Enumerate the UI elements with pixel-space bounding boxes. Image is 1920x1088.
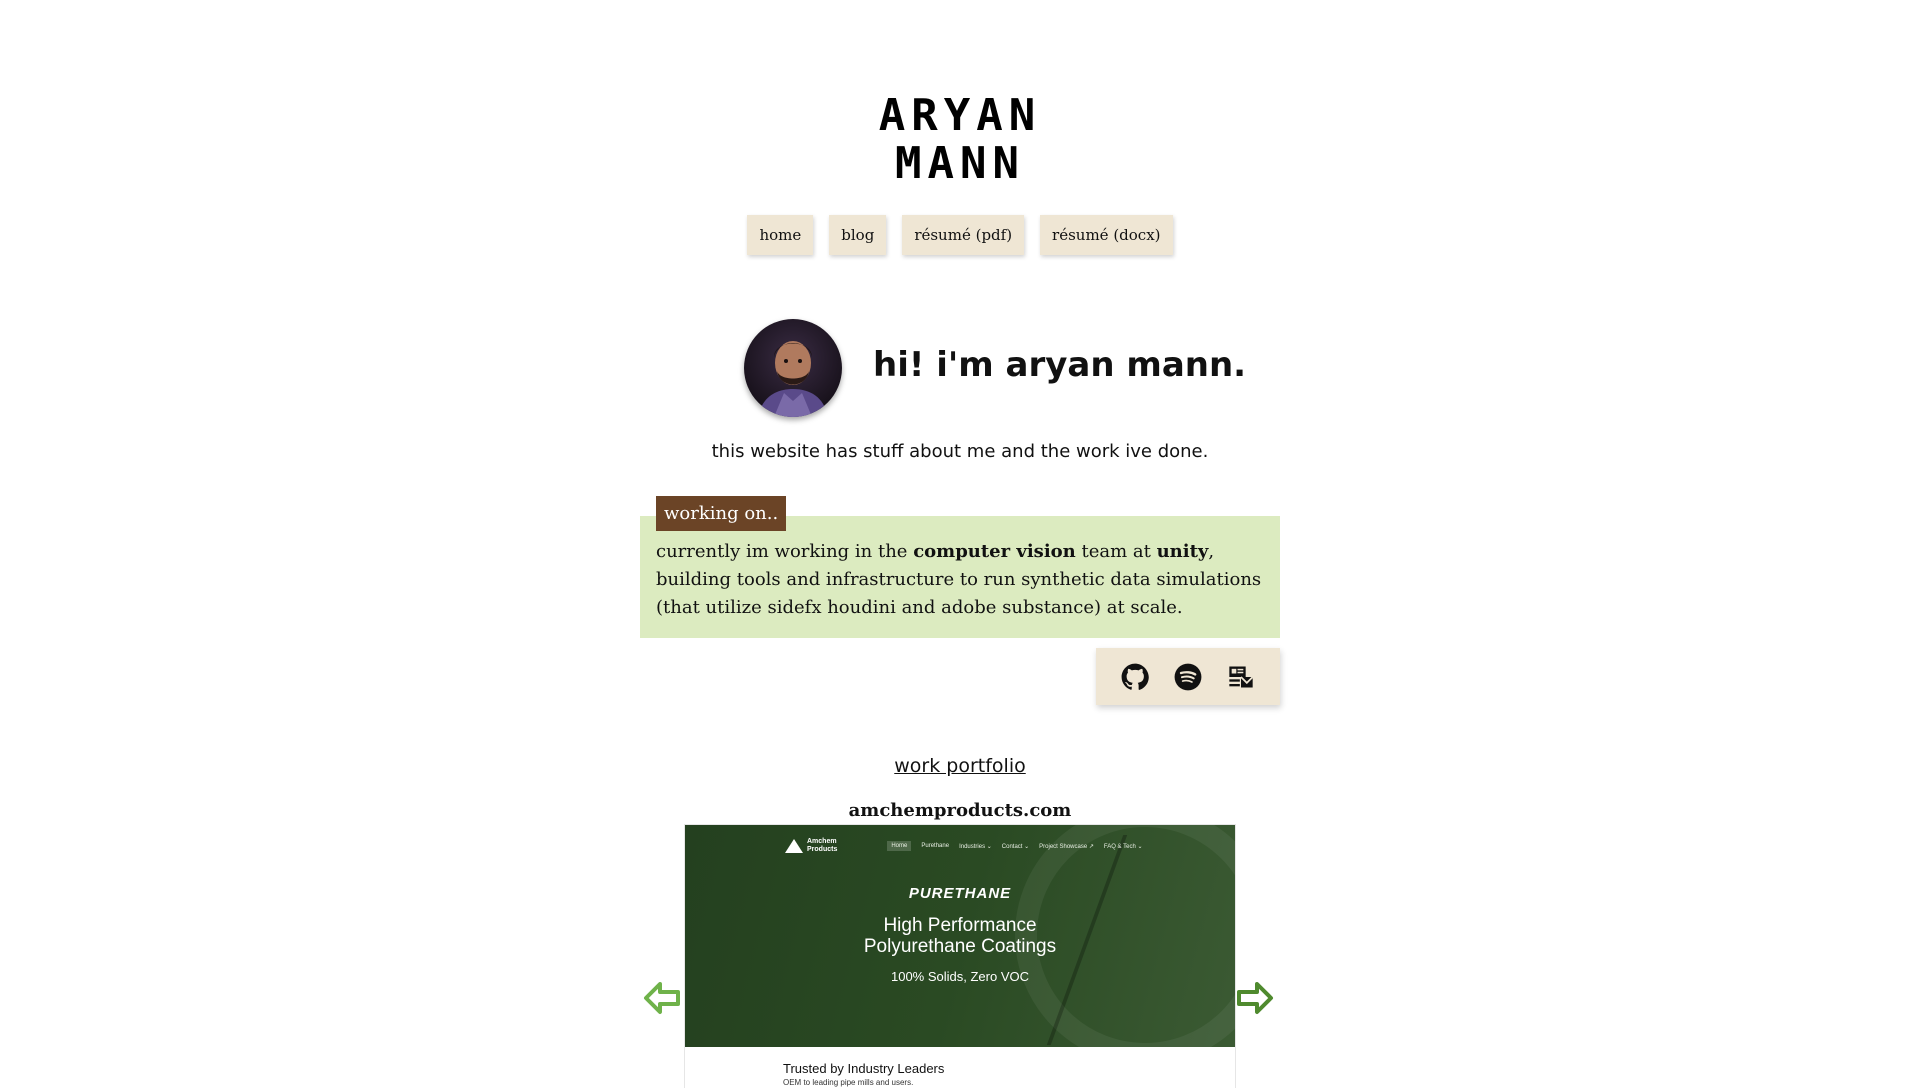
preview-subheadline: 100% Solids, Zero VOC [890, 969, 1029, 984]
preview-hero: Amchem Products Home Purethane Industrie… [685, 825, 1235, 1047]
contact-link[interactable] [1227, 663, 1255, 691]
carousel-next-button[interactable] [1235, 978, 1275, 1018]
avatar [744, 319, 842, 417]
preview-brand: PURETHANE [908, 885, 1012, 902]
contact-card-icon [1229, 666, 1254, 687]
working-company: unity [1156, 541, 1209, 562]
preview-nav-home: Home [887, 841, 912, 851]
preview-nav-purethane: Purethane [921, 843, 950, 849]
preview-nav: Amchem Products Home Purethane Industrie… [785, 835, 1145, 857]
portfolio-heading: work portfolio [0, 752, 1920, 780]
nav-home-link[interactable]: home [747, 215, 814, 255]
working-text-2: team at [1075, 541, 1157, 562]
page: ARYAN MANN home blog résumé (pdf) résumé… [0, 0, 1920, 1088]
nav-resume-docx-link[interactable]: résumé (docx) [1040, 215, 1173, 255]
site-title-line-1: ARYAN [878, 90, 1042, 141]
main-nav: home blog résumé (pdf) résumé (docx) [0, 215, 1920, 255]
tagline: this website has stuff about me and the … [711, 441, 1209, 462]
nav-blog-link[interactable]: blog [829, 215, 887, 255]
github-icon [1121, 663, 1149, 690]
preview-nav-faq: FAQ & Tech ⌄ [1103, 843, 1143, 850]
preview-headline: High Performance Polyurethane Coatings [685, 915, 1235, 957]
preview-nav-industries: Industries ⌄ [959, 843, 992, 850]
preview-nav-contact: Contact ⌄ [1001, 843, 1030, 850]
social-links [1096, 648, 1280, 705]
preview-headline-line-1: High Performance [883, 915, 1037, 936]
site-title: ARYAN MANN [0, 92, 1920, 188]
working-team: computer vision [913, 541, 1076, 562]
working-on-text: currently im working in the computer vis… [656, 538, 1264, 622]
working-text-1: currently im working in the [656, 541, 914, 562]
nav-resume-pdf-link[interactable]: résumé (pdf) [902, 215, 1025, 255]
arrow-left-icon [644, 982, 680, 1014]
site-title-line-2: MANN [895, 138, 1025, 189]
portfolio-site-name: amchemproducts.com [848, 800, 1072, 821]
preview-headline-line-2: Polyurethane Coatings [863, 936, 1057, 957]
spotify-link[interactable] [1174, 663, 1202, 691]
preview-logo-line-1: Amchem [807, 838, 837, 845]
greeting: hi! i'm aryan mann. [873, 345, 1247, 385]
working-on-box: currently im working in the computer vis… [640, 516, 1280, 638]
arrow-right-icon [1237, 982, 1273, 1014]
carousel-prev-button[interactable] [642, 978, 682, 1018]
preview-trusted-title: Trusted by Industry Leaders [783, 1061, 945, 1076]
preview-logo-icon [785, 839, 803, 853]
working-on-label: working on.. [656, 496, 787, 531]
spotify-icon [1174, 663, 1202, 690]
github-link[interactable] [1121, 663, 1149, 691]
work-portfolio-link[interactable]: work portfolio [894, 755, 1025, 777]
preview-logo: Amchem Products [785, 838, 837, 854]
preview-logo-line-2: Products [807, 846, 838, 853]
portfolio-preview[interactable]: Amchem Products Home Purethane Industrie… [685, 825, 1235, 1088]
preview-trusted-sub: OEM to leading pipe mills and users. [783, 1078, 914, 1087]
preview-nav-showcase: Project Showcase ↗ [1039, 843, 1094, 850]
